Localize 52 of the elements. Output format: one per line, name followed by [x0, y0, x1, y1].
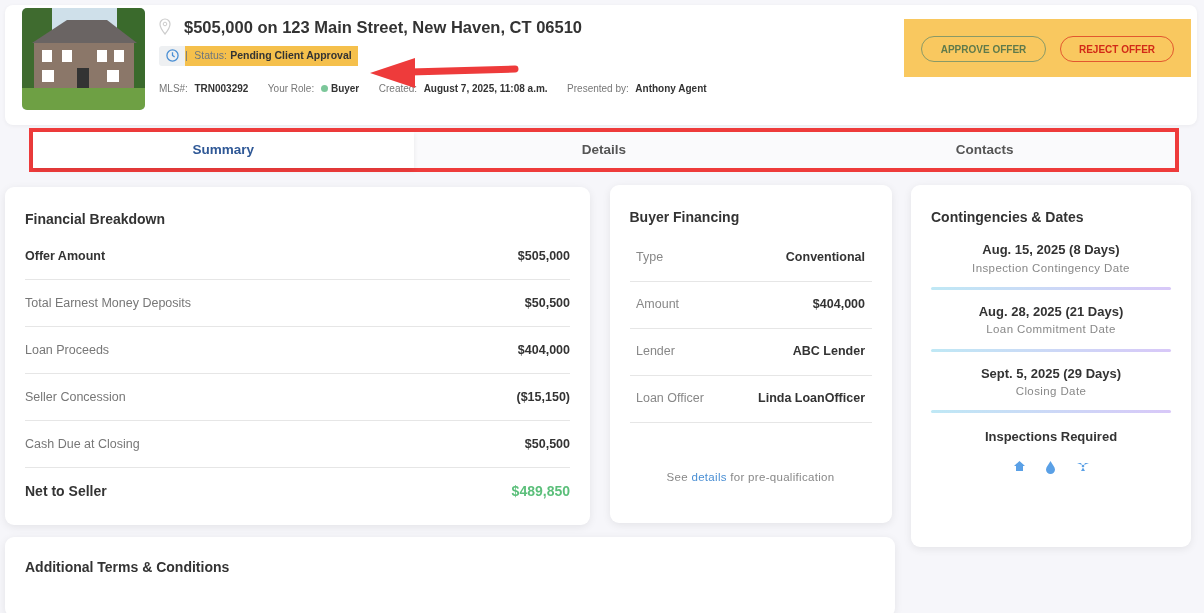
status-label: Status:: [194, 47, 227, 63]
row-value: $404,000: [517, 341, 570, 359]
row-label: Loan Officer: [636, 390, 704, 408]
row-label: Lender: [636, 343, 675, 361]
date-label: Loan Commitment Date: [985, 322, 1117, 338]
card-title: Additional Terms & Conditions: [25, 558, 231, 577]
status-value: Pending Client Approval: [230, 47, 352, 63]
date-value: Aug. 15, 2025 (8 Days): [981, 241, 1121, 259]
meta-value: TRN003292: [194, 81, 249, 96]
row-value: Conventional: [785, 249, 865, 267]
row-label: Net to Seller: [25, 482, 107, 502]
details-link[interactable]: details: [691, 470, 727, 483]
date-label: Inspection Contingency Date: [971, 260, 1131, 276]
row-value: $489,850: [511, 482, 570, 502]
listing-title: $505,000 on 123 Main Street, New Haven, CT 06510: [184, 16, 583, 38]
tab[interactable]: Details: [413, 132, 795, 168]
clock-icon: [165, 49, 179, 63]
date-label: Closing Date: [1014, 384, 1088, 399]
row-value: Linda LoanOfficer: [758, 390, 865, 408]
row-value: ABC Lender: [792, 343, 865, 361]
row-value: ($15,150): [516, 388, 570, 406]
meta-label: Presented by:: [567, 81, 629, 96]
meta-label: Created:: [378, 81, 418, 96]
note-text: See details for pre-qualification: [665, 469, 836, 485]
section-title: Inspections Required: [983, 428, 1119, 447]
tab[interactable]: Contacts: [794, 132, 1175, 168]
tab[interactable]: Summary: [33, 132, 414, 168]
row-label: Cash Due at Closing: [25, 435, 140, 453]
card-title: Contingencies & Dates: [931, 208, 1085, 227]
meta-value: Buyer: [330, 81, 360, 96]
meta-value: Anthony Agent: [635, 81, 707, 96]
row-label: Offer Amount: [25, 247, 106, 265]
row-label: Type: [636, 249, 664, 267]
row-value: $505,000: [517, 247, 570, 265]
separator-text: |: [185, 47, 188, 63]
home-icon: [1012, 459, 1026, 472]
meta-label: Your Role:: [267, 81, 315, 96]
row-value: $50,500: [524, 294, 570, 312]
meta-value: August 7, 2025, 11:08 a.m.: [423, 81, 548, 96]
row-label: Loan Proceeds: [25, 341, 110, 359]
meta-label: MLS#:: [159, 81, 188, 96]
date-value: Sept. 5, 2025 (29 Days): [979, 364, 1123, 383]
card-title: Buyer Financing: [629, 208, 741, 227]
row-label: Seller Concession: [25, 388, 126, 406]
drop-icon: [1045, 459, 1056, 474]
card-title: Financial Breakdown: [25, 210, 167, 229]
location-pin-icon: [159, 18, 171, 36]
row-value: $404,000: [812, 296, 865, 314]
row-label: Amount: [636, 296, 680, 314]
row-value: $50,500: [524, 435, 570, 453]
date-value: Aug. 28, 2025 (21 Days): [977, 302, 1125, 321]
row-label: Total Earnest Money Deposits: [25, 294, 192, 312]
